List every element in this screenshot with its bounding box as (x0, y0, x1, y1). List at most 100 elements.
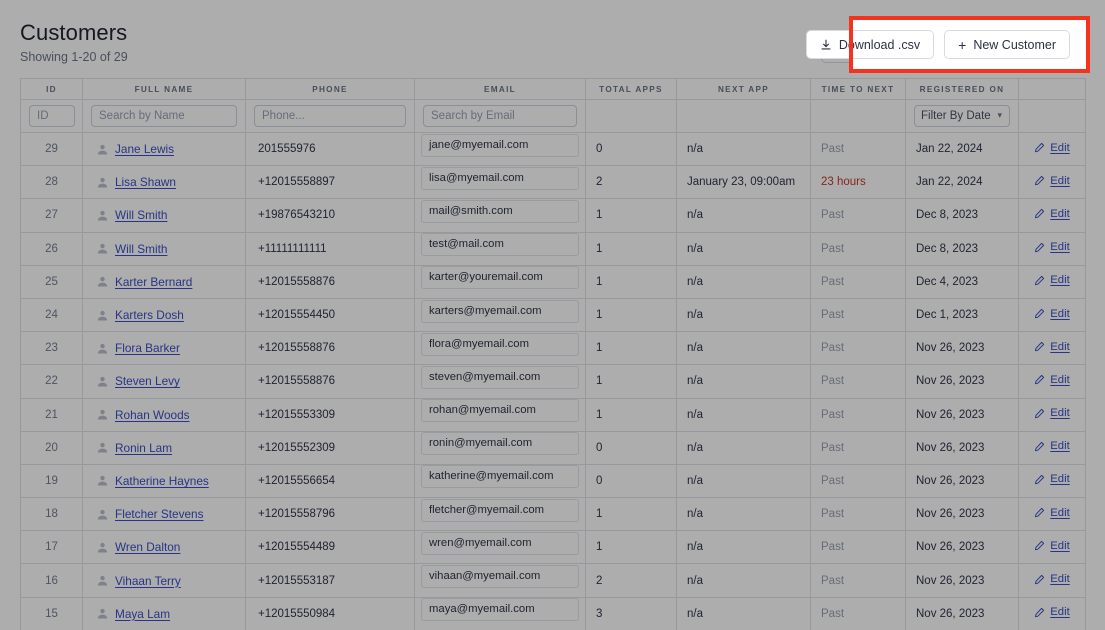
cell-actions: Edit (1018, 530, 1086, 565)
customer-name-link[interactable]: Lisa Shawn (115, 175, 176, 189)
customers-page: Customers Showing 1-20 of 29 Download .c… (0, 0, 1105, 630)
customer-name-link[interactable]: Karters Dosh (115, 308, 184, 322)
table-row: 21 Rohan Woods +12015553309 rohan@myemail.c… (20, 397, 1086, 432)
results-count: Showing 1-20 of 29 (20, 50, 128, 64)
avatar-icon (97, 509, 108, 520)
email-value[interactable]: wren@myemail.com (421, 531, 579, 555)
cell-time-to-next: Past (810, 497, 906, 532)
customer-name-link[interactable]: Will Smith (115, 242, 167, 256)
plus-icon: + (958, 36, 967, 53)
customer-name-link[interactable]: Jane Lewis (115, 142, 174, 156)
cell-next-app: n/a (676, 131, 811, 167)
email-value[interactable]: lisa@myemail.com (421, 166, 579, 190)
phone-search-input[interactable] (254, 105, 406, 127)
email-value[interactable]: rohan@myemail.com (421, 399, 579, 423)
edit-button[interactable]: Edit (1034, 274, 1070, 286)
email-value[interactable]: test@mail.com (421, 233, 579, 257)
customer-name-link[interactable]: Karter Bernard (115, 275, 192, 289)
cell-id: 17 (20, 530, 83, 565)
filter-row: ▾ (20, 99, 1086, 133)
edit-button[interactable]: Edit (1034, 440, 1070, 452)
edit-button[interactable]: Edit (1034, 473, 1070, 485)
email-value[interactable]: mail@smith.com (421, 199, 579, 223)
edit-button[interactable]: Edit (1034, 142, 1070, 154)
cell-email: karter@youremail.com (414, 264, 586, 299)
email-value[interactable]: ronin@myemail.com (421, 432, 579, 456)
table-row: 27 Will Smith +19876543210 mail@smith.com 1 n… (20, 198, 1086, 233)
cell-next-app: n/a (676, 397, 811, 432)
edit-button[interactable]: Edit (1034, 374, 1070, 386)
email-value[interactable]: jane@myemail.com (421, 133, 579, 157)
customer-name-link[interactable]: Ronin Lam (115, 441, 172, 455)
table-head: ID FULL NAME PHONE EMAIL TOTAL APPS NEXT… (20, 78, 1086, 100)
email-value[interactable]: vihaan@myemail.com (421, 565, 579, 589)
edit-button[interactable]: Edit (1034, 308, 1070, 320)
cell-actions: Edit (1018, 297, 1086, 333)
cell-registered-on: Nov 26, 2023 (905, 364, 1019, 399)
edit-button[interactable]: Edit (1034, 174, 1070, 187)
customer-name-link[interactable]: Rohan Woods (115, 408, 190, 422)
edit-label: Edit (1050, 407, 1070, 420)
email-value[interactable]: katherine@myemail.com (421, 465, 579, 489)
avatar-icon (97, 210, 108, 221)
cell-id: 18 (20, 497, 83, 532)
edit-button[interactable]: Edit (1034, 573, 1070, 585)
table-row: 16 Vihaan Terry +12015553187 vihaan@myemail… (20, 563, 1086, 598)
edit-button[interactable]: Edit (1034, 507, 1070, 519)
cell-phone: +12015556654 (245, 463, 415, 499)
new-customer-button-highlighted[interactable]: + New Customer (944, 30, 1070, 59)
cell-phone: +11111111111 (245, 231, 415, 266)
edit-button[interactable]: Edit (1034, 540, 1070, 552)
cell-time-to-next: Past (810, 397, 906, 432)
edit-button[interactable]: Edit (1034, 208, 1070, 220)
email-value[interactable]: maya@myemail.com (421, 598, 579, 622)
table-row: 20 Ronin Lam +12015552309 ronin@myemail.com… (20, 430, 1086, 465)
cell-full-name: Will Smith (82, 231, 246, 266)
edit-button[interactable]: Edit (1034, 407, 1070, 420)
email-value[interactable]: karter@youremail.com (421, 266, 579, 290)
cell-email: ronin@myemail.com (414, 430, 586, 465)
edit-label: Edit (1050, 241, 1070, 254)
email-search-input[interactable] (423, 105, 577, 127)
download-csv-button-highlighted[interactable]: Download .csv (805, 30, 935, 59)
email-value[interactable]: karters@myemail.com (421, 299, 579, 323)
email-value[interactable]: flora@myemail.com (421, 332, 579, 356)
cell-full-name: Steven Levy (82, 364, 246, 399)
customer-name-link[interactable]: Fletcher Stevens (115, 507, 204, 521)
id-filter-input[interactable] (29, 105, 75, 127)
cell-total-apps: 0 (585, 463, 677, 499)
cell-next-app: n/a (676, 463, 811, 499)
edit-button[interactable]: Edit (1034, 341, 1070, 353)
cell-time-to-next: Past (810, 364, 906, 399)
avatar-icon (97, 177, 108, 188)
date-filter-select[interactable] (914, 105, 1010, 127)
customer-name-link[interactable]: Wren Dalton (115, 540, 180, 554)
avatar-icon (97, 575, 108, 586)
customer-name-link[interactable]: Steven Levy (115, 374, 180, 388)
customer-name-link[interactable]: Vihaan Terry (115, 574, 181, 588)
cell-total-apps: 1 (585, 331, 677, 366)
pencil-icon (1035, 342, 1045, 352)
cell-phone: +12015553309 (245, 397, 415, 432)
cell-time-to-next: Past (810, 131, 906, 167)
edit-button[interactable]: Edit (1034, 241, 1070, 254)
pencil-icon (1035, 209, 1045, 219)
pencil-icon (1035, 574, 1045, 584)
cell-id: 16 (20, 563, 83, 598)
customer-name-link[interactable]: Will Smith (115, 208, 167, 222)
name-search-input[interactable] (91, 105, 237, 127)
email-value[interactable]: fletcher@myemail.com (421, 498, 579, 522)
cell-total-apps: 3 (585, 596, 677, 630)
edit-button[interactable]: Edit (1034, 606, 1070, 618)
email-value[interactable]: steven@myemail.com (421, 365, 579, 389)
cell-id: 23 (20, 331, 83, 366)
customer-name-link[interactable]: Katherine Haynes (115, 474, 209, 488)
avatar-icon (97, 410, 108, 420)
spotlight-actions: Download .csv + New Customer (805, 20, 1086, 69)
cell-email: jane@myemail.com (414, 131, 586, 167)
cell-id: 26 (20, 231, 83, 266)
pencil-icon (1035, 375, 1045, 385)
customer-name-link[interactable]: Maya Lam (115, 607, 170, 621)
edit-label: Edit (1050, 174, 1070, 187)
customer-name-link[interactable]: Flora Barker (115, 341, 180, 355)
